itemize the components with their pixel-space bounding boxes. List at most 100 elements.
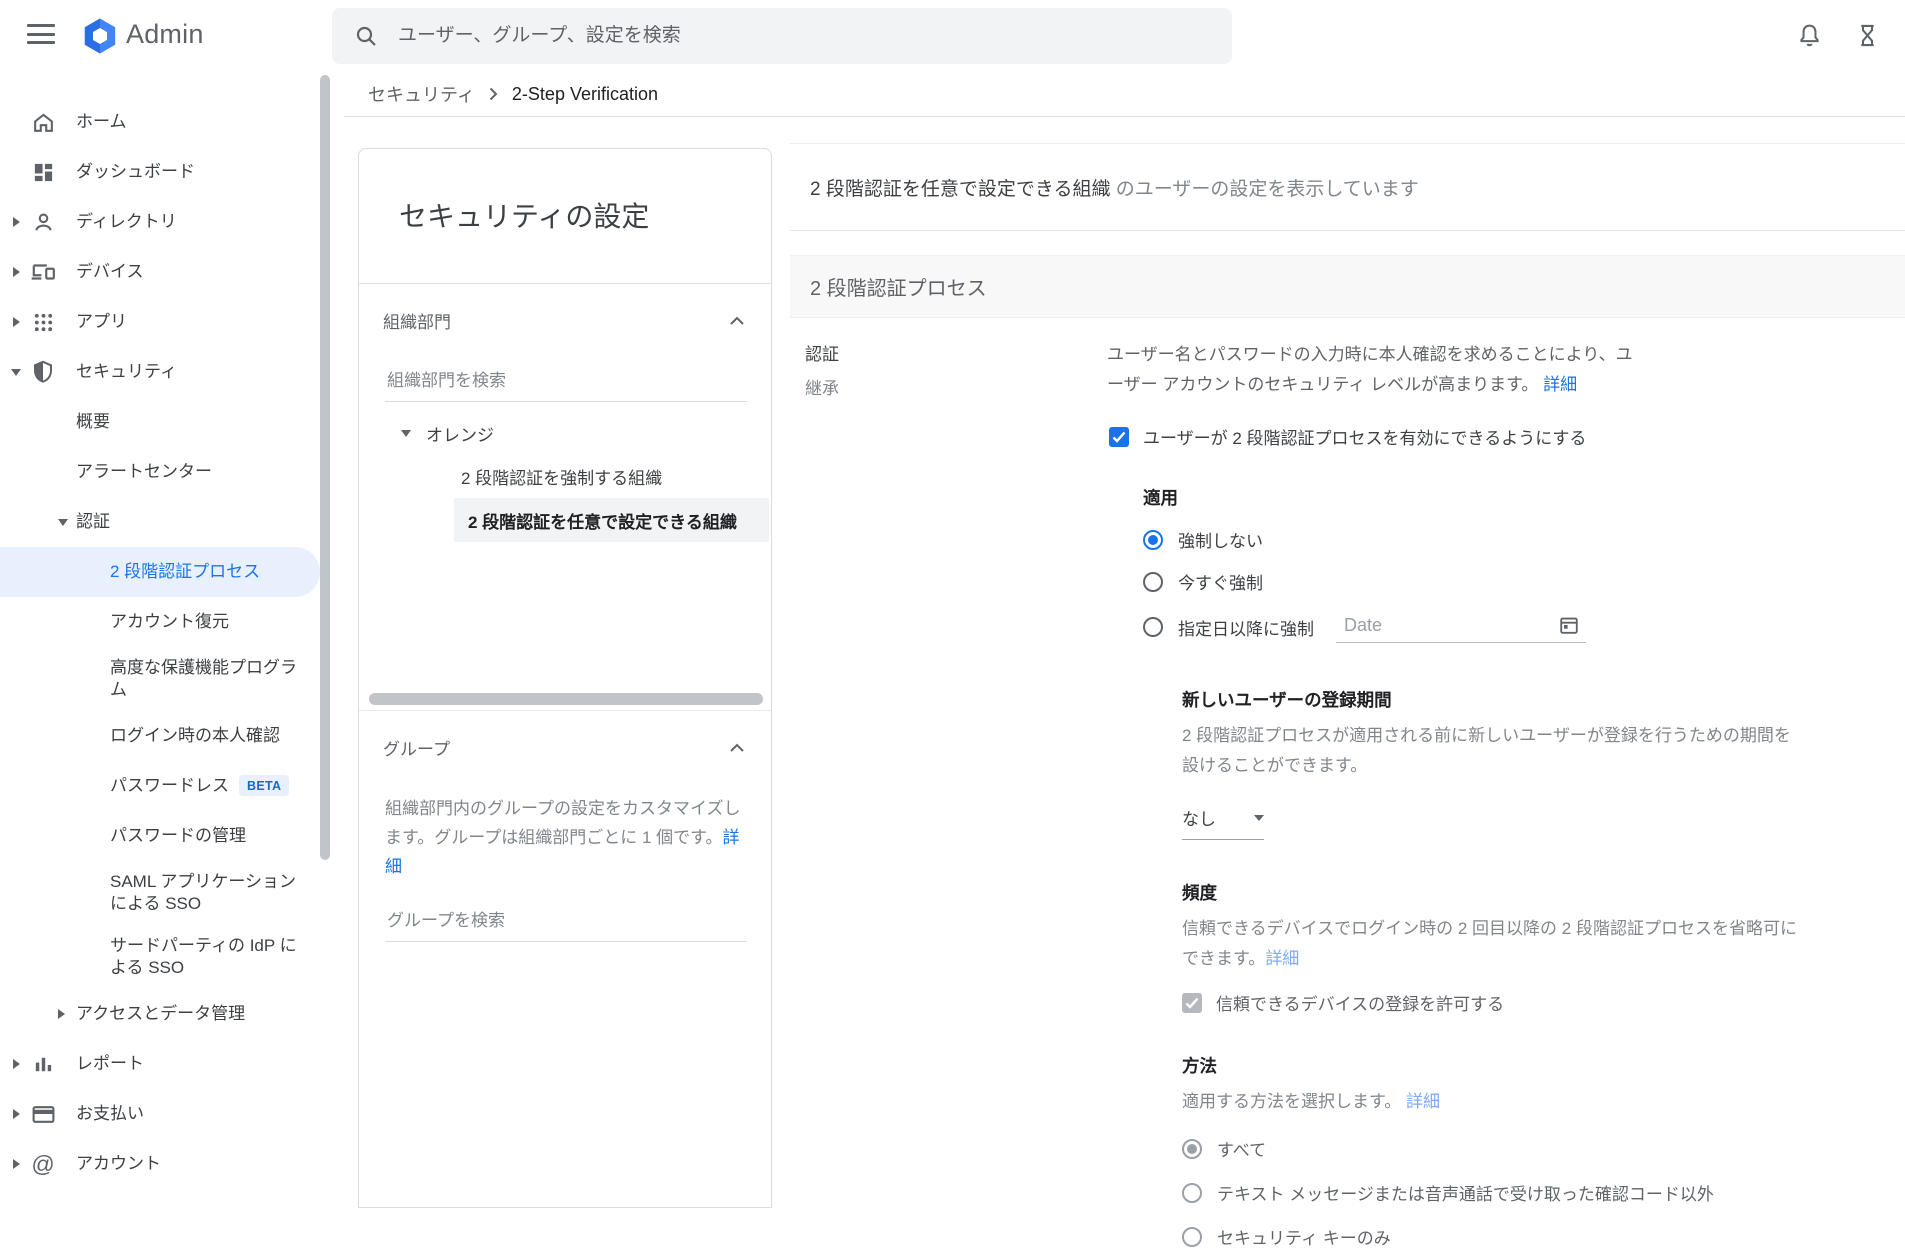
sidebar-item-authentication[interactable]: 認証 bbox=[0, 497, 344, 547]
enforcement-title: 適用 bbox=[1143, 485, 1905, 510]
expand-right-icon bbox=[13, 1059, 20, 1069]
sidebar-item-account-recovery[interactable]: アカウント復元 bbox=[0, 597, 344, 647]
sidebar-item-dashboard[interactable]: ダッシュボード bbox=[0, 147, 344, 197]
groups-description: 組織部門内のグループの設定をカスタマイズします。グループは組織部門ごとに 1 個… bbox=[385, 794, 749, 881]
frequency-title: 頻度 bbox=[1182, 880, 1905, 905]
setting-name: 認証 bbox=[805, 340, 1107, 365]
org-unit-search-input[interactable] bbox=[385, 371, 747, 402]
scope-banner-suffix: のユーザーの設定を表示しています bbox=[1110, 174, 1418, 201]
radio-method-any bbox=[1182, 1139, 1202, 1159]
person-icon bbox=[30, 209, 56, 235]
auth-description: ユーザー名とパスワードの入力時に本人確認を求めることにより、ユーザー アカウント… bbox=[1107, 340, 1637, 400]
date-input[interactable] bbox=[1336, 611, 1536, 636]
radio-label: すべて bbox=[1217, 1136, 1266, 1161]
pending-tasks-hourglass-icon[interactable] bbox=[1854, 22, 1881, 54]
panel-horizontal-scrollbar[interactable] bbox=[369, 693, 763, 705]
sidebar-item-2sv[interactable]: 2 段階認証プロセス bbox=[0, 547, 320, 597]
inheritance-status: 継承 bbox=[805, 374, 1107, 399]
expand-right-icon bbox=[13, 1159, 20, 1169]
sidebar-item-password-management[interactable]: パスワードの管理 bbox=[0, 811, 344, 861]
group-search-input[interactable] bbox=[385, 911, 747, 942]
section-title: 2 段階認証プロセス bbox=[810, 272, 987, 301]
trusted-device-checkbox bbox=[1182, 993, 1202, 1013]
sidebar-item-account[interactable]: @ アカウント bbox=[0, 1139, 344, 1185]
sidebar-item-reports[interactable]: レポート bbox=[0, 1039, 344, 1089]
sidebar-item-login-challenges[interactable]: ログイン時の本人確認 bbox=[0, 711, 344, 761]
methods-title: 方法 bbox=[1182, 1053, 1905, 1078]
sidebar-item-apps[interactable]: アプリ bbox=[0, 297, 344, 347]
panel-title: セキュリティの設定 bbox=[359, 149, 771, 235]
breadcrumb-current: 2-Step Verification bbox=[512, 84, 658, 105]
collapse-chevron-icon[interactable] bbox=[729, 316, 745, 326]
enrollment-period-description: 2 段階認証プロセスが適用される前に新しいユーザーが登録を行うための期間を設ける… bbox=[1182, 721, 1807, 781]
expand-right-icon bbox=[58, 1009, 65, 1019]
dropdown-arrow-icon bbox=[1254, 815, 1264, 821]
at-icon: @ bbox=[30, 1151, 56, 1177]
menu-icon[interactable] bbox=[27, 24, 55, 48]
collapse-chevron-icon[interactable] bbox=[729, 743, 745, 753]
apps-grid-icon bbox=[30, 309, 56, 335]
radio-method-security-key bbox=[1182, 1227, 1202, 1247]
sidebar-item-access-data-control[interactable]: アクセスとデータ管理 bbox=[0, 989, 344, 1039]
sidebar-item-security[interactable]: セキュリティ bbox=[0, 347, 344, 397]
sidebar-item-passwordless[interactable]: パスワードレスBETA bbox=[0, 761, 344, 811]
global-search[interactable] bbox=[332, 8, 1232, 64]
radio-enforce-now[interactable] bbox=[1143, 572, 1163, 592]
allow-2sv-label: ユーザーが 2 段階認証プロセスを有効にできるようにする bbox=[1143, 424, 1586, 449]
home-icon bbox=[30, 109, 56, 135]
expand-down-icon bbox=[11, 369, 21, 376]
app-header: Admin bbox=[0, 0, 1905, 72]
enrollment-period-title: 新しいユーザーの登録期間 bbox=[1182, 687, 1905, 712]
org-tree-item-enforced[interactable]: 2 段階認証を強制する組織 bbox=[359, 454, 771, 498]
sidebar-nav: ホーム ダッシュボード ディレクトリ デバイス アプリ セキュ bbox=[0, 72, 344, 1185]
scope-banner: 2 段階認証を任意で設定できる組織 のユーザーの設定を表示しています bbox=[790, 143, 1905, 231]
org-unit-section-title: 組織部門 bbox=[383, 308, 451, 333]
breadcrumb-parent[interactable]: セキュリティ bbox=[368, 81, 475, 107]
shield-icon bbox=[30, 359, 56, 385]
global-search-input[interactable] bbox=[398, 25, 1098, 47]
sidebar-scrollbar[interactable] bbox=[320, 75, 330, 860]
breadcrumb: セキュリティ 2-Step Verification bbox=[344, 72, 1905, 117]
expand-right-icon bbox=[13, 217, 20, 227]
methods-learn-more-link[interactable]: 詳細 bbox=[1406, 1092, 1440, 1111]
radio-enforce-from-date[interactable] bbox=[1143, 617, 1163, 637]
frequency-learn-more-link[interactable]: 詳細 bbox=[1265, 949, 1299, 968]
auth-learn-more-link[interactable]: 詳細 bbox=[1543, 375, 1577, 394]
radio-no-enforcement[interactable] bbox=[1143, 530, 1163, 550]
sidebar-item-advanced-protection[interactable]: 高度な保護機能プログラム bbox=[0, 647, 344, 711]
expand-right-icon bbox=[13, 1109, 20, 1119]
notifications-bell-icon[interactable] bbox=[1796, 22, 1823, 54]
org-tree-item-optional[interactable]: 2 段階認証を任意で設定できる組織 bbox=[454, 498, 769, 542]
search-icon bbox=[354, 24, 378, 48]
security-settings-panel: セキュリティの設定 組織部門 オレンジ 2 段階認証を強制する組織 2 段階認証… bbox=[358, 148, 772, 1208]
enrollment-period-select[interactable]: なし bbox=[1182, 805, 1264, 840]
sidebar-item-billing[interactable]: お支払い bbox=[0, 1089, 344, 1139]
trusted-device-label: 信頼できるデバイスの登録を許可する bbox=[1216, 990, 1504, 1015]
sidebar-item-devices[interactable]: デバイス bbox=[0, 247, 344, 297]
sidebar-item-directory[interactable]: ディレクトリ bbox=[0, 197, 344, 247]
expand-down-icon bbox=[58, 519, 68, 526]
radio-label: セキュリティ キーのみ bbox=[1217, 1224, 1391, 1249]
radio-label: テキスト メッセージまたは音声通話で受け取った確認コード以外 bbox=[1217, 1180, 1714, 1205]
sidebar-item-third-party-idp-sso[interactable]: サードパーティの IdP による SSO bbox=[0, 925, 344, 989]
frequency-description: 信頼できるデバイスでログイン時の 2 回目以降の 2 段階認証プロセスを省略可に… bbox=[1182, 914, 1807, 974]
sidebar-item-alert-center[interactable]: アラートセンター bbox=[0, 447, 344, 497]
admin-logo-icon bbox=[80, 16, 120, 61]
main-content: 2 段階認証を任意で設定できる組織 のユーザーの設定を表示しています 2 段階認… bbox=[790, 117, 1905, 1185]
calendar-icon[interactable] bbox=[1558, 614, 1580, 641]
credit-card-icon bbox=[30, 1101, 56, 1127]
radio-label: 今すぐ強制 bbox=[1178, 569, 1263, 594]
bar-chart-icon bbox=[30, 1051, 56, 1077]
sidebar-item-security-overview[interactable]: 概要 bbox=[0, 397, 344, 447]
section-header: 2 段階認証プロセス bbox=[790, 255, 1905, 318]
devices-icon bbox=[30, 259, 56, 285]
org-tree-root[interactable]: オレンジ bbox=[359, 412, 771, 454]
expand-right-icon bbox=[13, 267, 20, 277]
sidebar-item-saml-sso[interactable]: SAML アプリケーションによる SSO bbox=[0, 861, 344, 925]
scope-org-name: 2 段階認証を任意で設定できる組織 bbox=[810, 174, 1110, 201]
sidebar-item-home[interactable]: ホーム bbox=[0, 97, 344, 147]
enrollment-period-value: なし bbox=[1182, 805, 1216, 830]
expand-right-icon bbox=[13, 317, 20, 327]
allow-2sv-checkbox[interactable] bbox=[1109, 427, 1129, 447]
app-title: Admin bbox=[126, 19, 204, 50]
